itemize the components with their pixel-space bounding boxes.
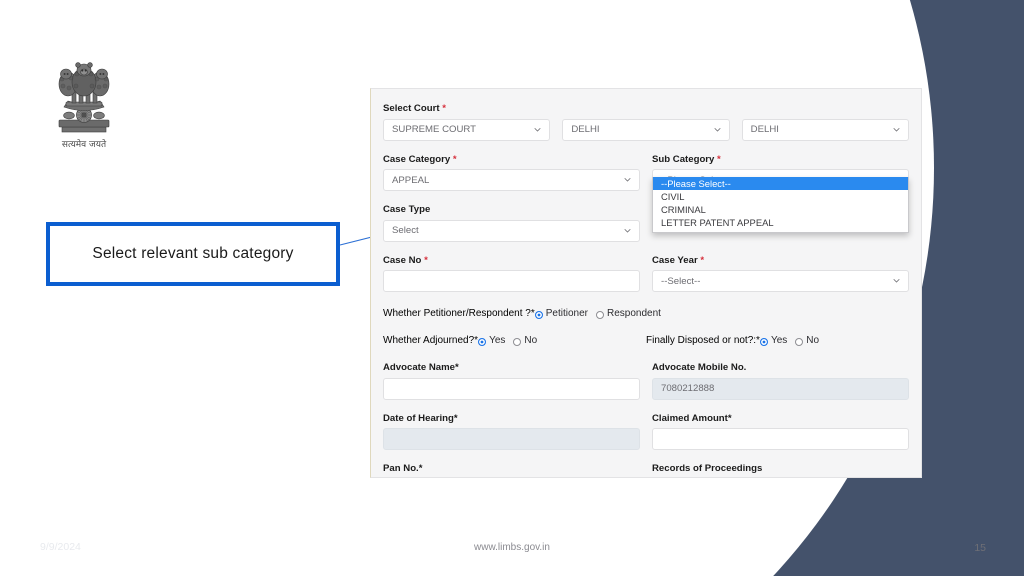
- label-claimed-amount: Claimed Amount*: [652, 412, 732, 424]
- sub-category-option[interactable]: CRIMINAL: [653, 203, 908, 216]
- label-pan-no: Pan No.*: [383, 463, 423, 474]
- annotation-callout-box: Select relevant sub category: [46, 222, 340, 286]
- field-group-claimed-amount: Claimed Amount*: [652, 412, 909, 450]
- label-date-of-hearing: Date of Hearing*: [383, 412, 458, 424]
- label-case-no: Case No *: [383, 254, 428, 266]
- emblem-motto-text: सत्यमेव जयते: [62, 138, 107, 150]
- field-group-case-no: Case No *: [383, 254, 640, 292]
- field-group-date-of-hearing: Date of Hearing*: [383, 412, 640, 450]
- case-type-dropdown[interactable]: Select: [383, 219, 640, 242]
- radio-petitioner[interactable]: [534, 310, 543, 319]
- radio-adjourned-yes[interactable]: [478, 337, 487, 346]
- field-group-case-category: Case Category * APPEAL: [383, 153, 640, 191]
- required-asterisk: *: [452, 153, 457, 165]
- radio-label-adjourned-no: No: [524, 335, 538, 346]
- label-adjourned: Whether Adjourned?*: [383, 335, 479, 346]
- field-group-records-of-proceedings: Records of Proceedings: [652, 463, 909, 477]
- radio-adjourned-no[interactable]: [513, 337, 522, 346]
- label-case-category: Case Category *: [383, 153, 457, 165]
- label-sub-category: Sub Category *: [652, 153, 721, 165]
- label-records-of-proceedings: Records of Proceedings: [652, 463, 763, 474]
- case-year-dropdown[interactable]: --Select--: [652, 270, 909, 292]
- field-group-select-court: Select Court * SUPREME COURT DELHI DELHI: [383, 103, 909, 141]
- footer-page-number: 15: [974, 542, 986, 554]
- select-court-dropdown[interactable]: SUPREME COURT: [383, 118, 551, 141]
- radio-label-respondent: Respondent: [607, 308, 661, 319]
- required-asterisk: *: [700, 254, 705, 266]
- callout-label: Select relevant sub category: [92, 245, 294, 262]
- radio-label-adjourned-yes: Yes: [489, 335, 506, 346]
- chevron-down-icon: [714, 126, 721, 133]
- sub-category-option[interactable]: CIVIL: [653, 190, 908, 203]
- label-advocate-mobile: Advocate Mobile No.: [652, 362, 747, 373]
- chevron-down-icon: [893, 277, 900, 284]
- radio-group-adjourned: Whether Adjourned?* Yes No: [383, 335, 646, 346]
- chevron-down-icon: [893, 126, 900, 133]
- required-asterisk: *: [424, 254, 428, 266]
- chevron-down-icon: [624, 176, 631, 183]
- sub-category-option[interactable]: LETTER PATENT APPEAL: [653, 216, 908, 229]
- background-white-top-fill: [0, 0, 900, 40]
- label-finally-disposed: Finally Disposed or not?:*: [646, 335, 760, 346]
- date-of-hearing-input[interactable]: [383, 428, 640, 450]
- national-emblem-icon: सत्यमेव जयते: [42, 44, 126, 156]
- field-group-pan-no: Pan No.*: [383, 463, 640, 477]
- radio-disposed-no[interactable]: [795, 337, 804, 346]
- claimed-amount-input[interactable]: [652, 428, 909, 450]
- sub-category-options-list[interactable]: --Please Select-- CIVIL CRIMINAL LETTER …: [652, 176, 909, 233]
- required-asterisk: *: [717, 153, 721, 165]
- sub-category-option[interactable]: --Please Select--: [653, 176, 908, 190]
- advocate-mobile-input[interactable]: 7080212888: [652, 377, 909, 400]
- field-group-sub-category: Sub Category * --Please Select-- --Pleas…: [652, 153, 909, 233]
- select-city-dropdown[interactable]: DELHI: [741, 118, 909, 141]
- field-group-advocate-name: Advocate Name*: [383, 362, 640, 400]
- footer-url: www.limbs.gov.in: [474, 542, 550, 553]
- field-group-case-year: Case Year * --Select--: [652, 254, 909, 292]
- case-category-dropdown[interactable]: APPEAL: [383, 169, 640, 191]
- radio-disposed-yes[interactable]: [759, 337, 768, 346]
- radio-label-petitioner: Petitioner: [545, 308, 589, 319]
- label-petitioner-respondent: Whether Petitioner/Respondent ?*: [383, 308, 535, 319]
- limbs-case-entry-form: Select Court * SUPREME COURT DELHI DELHI…: [370, 88, 922, 478]
- case-no-input[interactable]: [383, 270, 640, 292]
- chevron-down-icon: [624, 227, 631, 234]
- label-case-type: Case Type: [383, 204, 431, 215]
- label-advocate-name: Advocate Name*: [383, 362, 459, 373]
- slide-root: सत्यमेव जयते Select relevant sub categor…: [0, 0, 1024, 576]
- field-group-advocate-mobile: Advocate Mobile No. 7080212888: [652, 362, 909, 400]
- radio-group-petitioner-respondent: Whether Petitioner/Respondent ?* Petitio…: [383, 308, 909, 319]
- field-group-case-type: Case Type Select: [383, 204, 640, 242]
- radio-label-disposed-yes: Yes: [770, 335, 788, 346]
- advocate-name-input[interactable]: [383, 377, 640, 400]
- label-case-year: Case Year *: [652, 254, 705, 266]
- radio-group-finally-disposed: Finally Disposed or not?:* Yes No: [646, 335, 909, 346]
- radio-respondent[interactable]: [596, 310, 605, 319]
- radio-label-disposed-no: No: [806, 335, 820, 346]
- chevron-down-icon: [534, 126, 541, 133]
- label-select-court: Select Court *: [383, 103, 446, 114]
- required-asterisk: *: [442, 103, 446, 114]
- select-state-dropdown[interactable]: DELHI: [562, 118, 730, 141]
